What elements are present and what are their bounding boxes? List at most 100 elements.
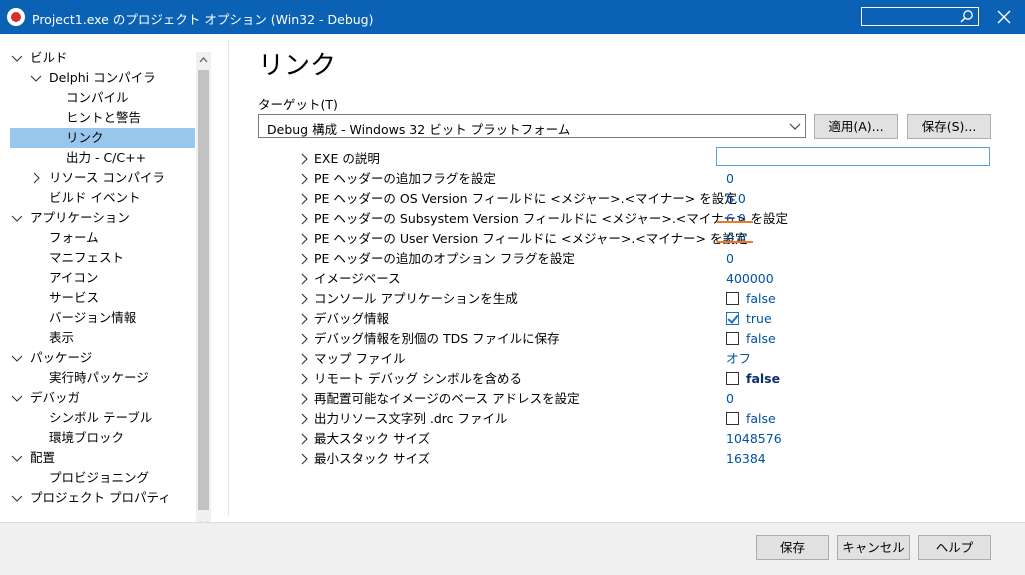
chevron-right-icon[interactable] bbox=[298, 193, 310, 205]
exe-description-input[interactable] bbox=[716, 147, 990, 166]
property-name: EXE の説明 bbox=[314, 151, 380, 166]
search-icon[interactable] bbox=[959, 9, 975, 25]
property-value[interactable]: 0 bbox=[726, 249, 734, 269]
property-value[interactable]: 0 bbox=[726, 169, 734, 189]
property-row[interactable]: EXE の説明 bbox=[295, 147, 995, 169]
tree-item[interactable]: プロビジョニング bbox=[5, 468, 195, 488]
scroll-up-icon[interactable] bbox=[198, 55, 209, 65]
chevron-right-icon[interactable] bbox=[298, 253, 310, 265]
tree-item[interactable]: 実行時パッケージ bbox=[5, 368, 195, 388]
tree-item[interactable]: シンボル テーブル bbox=[5, 408, 195, 428]
property-row[interactable]: 最小スタック サイズ 16384 bbox=[295, 449, 995, 469]
chevron-down-icon[interactable] bbox=[11, 352, 23, 364]
chevron-right-icon[interactable] bbox=[298, 333, 310, 345]
chevron-right-icon[interactable] bbox=[298, 353, 310, 365]
chevron-down-icon[interactable] bbox=[11, 392, 23, 404]
property-checkbox[interactable] bbox=[726, 312, 739, 325]
tree-item[interactable]: 表示 bbox=[5, 328, 195, 348]
property-value[interactable]: 6.0 bbox=[726, 209, 746, 229]
chevron-right-icon[interactable] bbox=[298, 373, 310, 385]
property-value[interactable]: 400000 bbox=[726, 269, 774, 289]
scrollbar-thumb[interactable] bbox=[198, 70, 209, 510]
tree-item[interactable]: リソース コンパイラ bbox=[5, 168, 195, 188]
chevron-right-icon[interactable] bbox=[298, 413, 310, 425]
chevron-right-icon[interactable] bbox=[298, 293, 310, 305]
chevron-right-icon[interactable] bbox=[298, 233, 310, 245]
property-row[interactable]: デバッグ情報を別個の TDS ファイルに保存 false bbox=[295, 329, 995, 349]
help-button[interactable]: ヘルプ bbox=[918, 535, 991, 560]
property-row[interactable]: PE ヘッダーの Subsystem Version フィールドに <メジャー>… bbox=[295, 209, 995, 229]
tree-item[interactable]: ビルド イベント bbox=[5, 188, 195, 208]
search-box[interactable] bbox=[861, 7, 979, 26]
property-value[interactable]: 0 bbox=[726, 389, 734, 409]
tree-item[interactable]: コンパイル bbox=[5, 88, 195, 108]
save-as-button[interactable]: 保存(S)... bbox=[907, 114, 991, 139]
property-checkbox[interactable] bbox=[726, 332, 739, 345]
property-row[interactable]: 最大スタック サイズ 1048576 bbox=[295, 429, 995, 449]
chevron-down-icon[interactable] bbox=[789, 121, 801, 131]
chevron-right-icon[interactable] bbox=[30, 172, 42, 184]
tree-item[interactable]: プロジェクト プロパティ bbox=[5, 488, 195, 508]
property-row[interactable]: PE ヘッダーの OS Version フィールドに <メジャー>.<マイナー>… bbox=[295, 189, 995, 209]
tree-item[interactable]: フォーム bbox=[5, 228, 195, 248]
property-row[interactable]: PE ヘッダーの User Version フィールドに <メジャー>.<マイナ… bbox=[295, 229, 995, 249]
property-name: マップ ファイル bbox=[314, 351, 406, 366]
tree-item[interactable]: デバッガ bbox=[5, 388, 195, 408]
chevron-right-icon[interactable] bbox=[298, 273, 310, 285]
tree-item[interactable]: マニフェスト bbox=[5, 248, 195, 268]
close-icon[interactable] bbox=[996, 9, 1012, 25]
property-value[interactable]: 16384 bbox=[726, 449, 766, 469]
property-row[interactable]: リモート デバッグ シンボルを含める false bbox=[295, 369, 995, 389]
tree-item-label: ビルド イベント bbox=[49, 190, 141, 205]
property-row[interactable]: コンソール アプリケーションを生成 false bbox=[295, 289, 995, 309]
property-checkbox[interactable] bbox=[726, 372, 739, 385]
property-row[interactable]: PE ヘッダーの追加のオプション フラグを設定 0 bbox=[295, 249, 995, 269]
chevron-right-icon[interactable] bbox=[298, 313, 310, 325]
property-value: false bbox=[746, 291, 776, 306]
chevron-down-icon[interactable] bbox=[11, 52, 23, 64]
chevron-right-icon[interactable] bbox=[298, 173, 310, 185]
property-value[interactable]: 6.0 bbox=[726, 189, 746, 209]
property-value[interactable]: 1048576 bbox=[726, 429, 782, 449]
tree-scrollbar[interactable] bbox=[196, 52, 211, 532]
tree-item[interactable]: アイコン bbox=[5, 268, 195, 288]
title-bar: Project1.exe のプロジェクト オプション (Win32 - Debu… bbox=[0, 0, 1025, 34]
chevron-right-icon[interactable] bbox=[298, 153, 310, 165]
tree-item[interactable]: アプリケーション bbox=[5, 208, 195, 228]
property-checkbox[interactable] bbox=[726, 292, 739, 305]
property-row[interactable]: PE ヘッダーの追加フラグを設定 0 bbox=[295, 169, 995, 189]
property-row[interactable]: 再配置可能なイメージのベース アドレスを設定 0 bbox=[295, 389, 995, 409]
chevron-down-icon[interactable] bbox=[11, 492, 23, 504]
target-dropdown[interactable]: Debug 構成 - Windows 32 ビット プラットフォーム bbox=[258, 114, 806, 138]
property-name: PE ヘッダーの OS Version フィールドに <メジャー>.<マイナー>… bbox=[314, 191, 737, 206]
chevron-right-icon[interactable] bbox=[298, 213, 310, 225]
tree-item[interactable]: リンク bbox=[10, 128, 195, 148]
property-checkbox[interactable] bbox=[726, 412, 739, 425]
property-value[interactable]: オフ bbox=[726, 349, 751, 369]
tree-item[interactable]: バージョン情報 bbox=[5, 308, 195, 328]
tree-item[interactable]: パッケージ bbox=[5, 348, 195, 368]
property-name: 最大スタック サイズ bbox=[314, 431, 431, 446]
tree-item[interactable]: ヒントと警告 bbox=[5, 108, 195, 128]
tree-item[interactable]: ビルド bbox=[5, 48, 195, 68]
save-button[interactable]: 保存 bbox=[756, 535, 829, 560]
property-row[interactable]: マップ ファイル オフ bbox=[295, 349, 995, 369]
apply-button[interactable]: 適用(A)... bbox=[814, 114, 898, 139]
chevron-right-icon[interactable] bbox=[298, 433, 310, 445]
chevron-down-icon[interactable] bbox=[30, 72, 42, 84]
property-row[interactable]: 出力リソース文字列 .drc ファイル false bbox=[295, 409, 995, 429]
property-value[interactable]: 0.0 bbox=[726, 229, 746, 249]
tree-item[interactable]: Delphi コンパイラ bbox=[5, 68, 195, 88]
tree-item[interactable]: 配置 bbox=[5, 448, 195, 468]
chevron-right-icon[interactable] bbox=[298, 393, 310, 405]
property-row[interactable]: イメージベース 400000 bbox=[295, 269, 995, 289]
cancel-button[interactable]: キャンセル bbox=[837, 535, 910, 560]
chevron-right-icon[interactable] bbox=[298, 453, 310, 465]
chevron-down-icon[interactable] bbox=[11, 452, 23, 464]
tree-item[interactable]: サービス bbox=[5, 288, 195, 308]
tree-item[interactable]: 環境ブロック bbox=[5, 428, 195, 448]
property-row[interactable]: デバッグ情報 true bbox=[295, 309, 995, 329]
chevron-down-icon[interactable] bbox=[11, 212, 23, 224]
tree-item-label: リンク bbox=[66, 130, 104, 145]
tree-item[interactable]: 出力 - C/C++ bbox=[5, 148, 195, 168]
